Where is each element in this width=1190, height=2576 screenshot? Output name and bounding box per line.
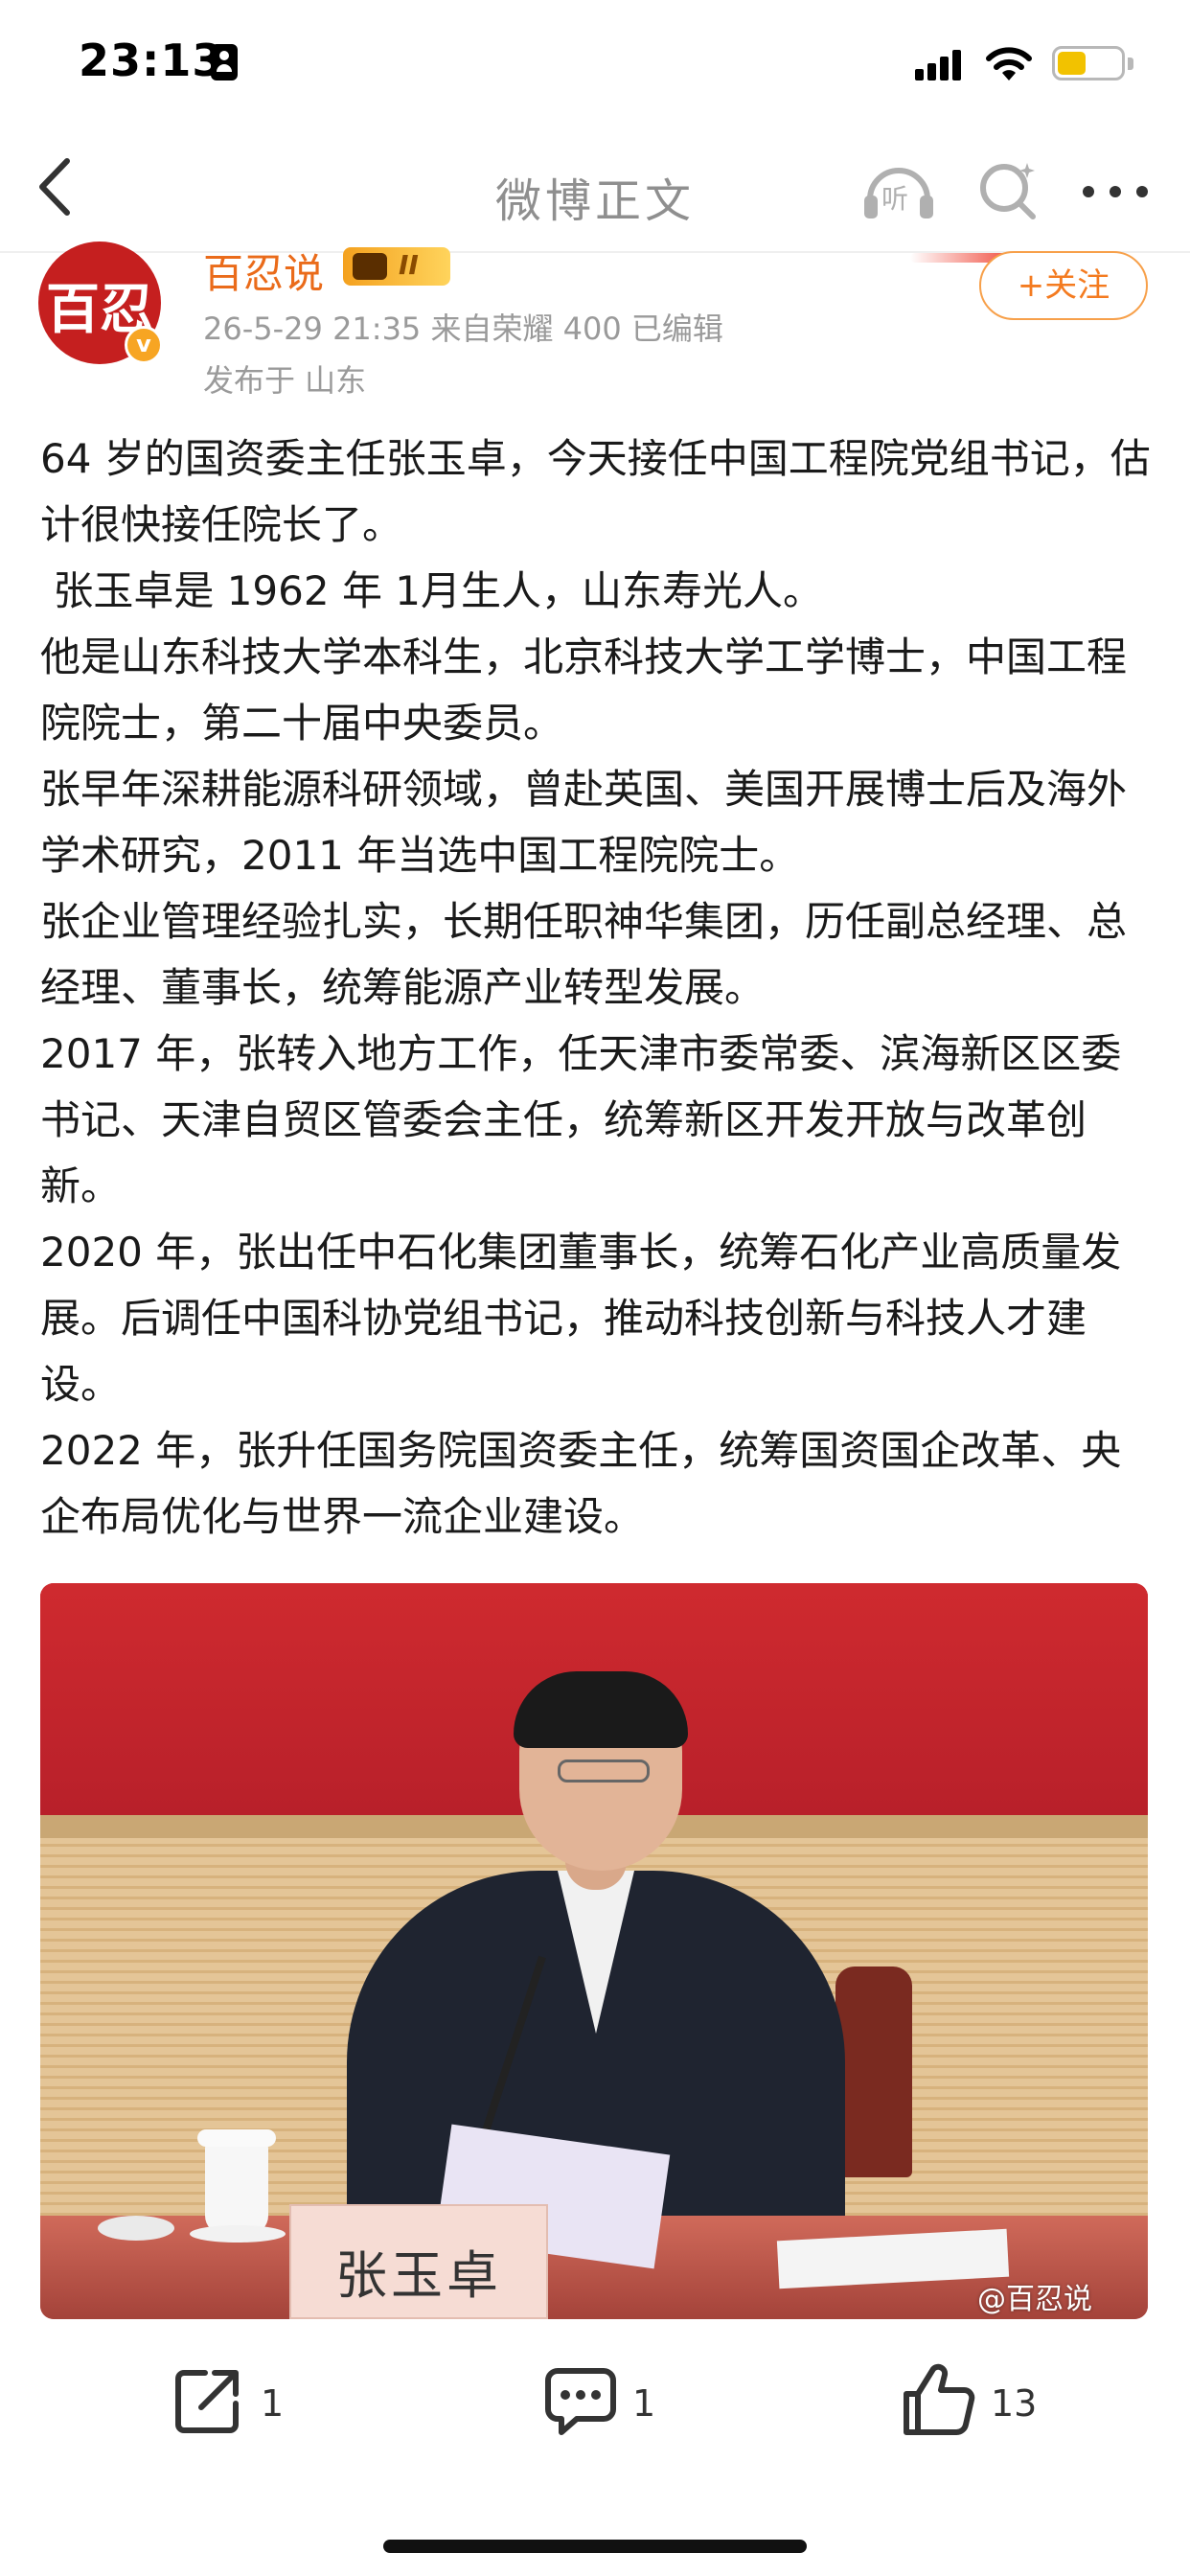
post-body: 64 岁的国资委主任张玉卓，今天接任中国工程院党组书记，估计很快接任院长了。 张…: [40, 426, 1154, 1550]
like-count: 13: [991, 2382, 1038, 2425]
action-bar: 1 1 13: [0, 2319, 1190, 2576]
photo-saucer: [98, 2216, 174, 2241]
photo-chair: [835, 1966, 912, 2177]
thumbs-up-icon: [904, 2363, 975, 2435]
author-name[interactable]: 百忍说: [203, 242, 324, 300]
name-plate-text: 张玉卓: [335, 2245, 502, 2306]
comment-count: 1: [632, 2382, 656, 2425]
post-paragraph: 他是山东科技大学本科生，北京科技大学工学博士，中国工程院院士，第二十届中央委员。: [40, 633, 1128, 747]
wifi-icon: [986, 47, 1032, 80]
listen-icon[interactable]: 听: [860, 157, 937, 224]
comment-icon: [545, 2368, 616, 2435]
verified-icon: v: [125, 326, 163, 364]
verified-mark: v: [136, 331, 151, 357]
cellular-signal-icon: [915, 50, 965, 80]
listen-label: 听: [881, 183, 909, 215]
post-paragraph: 2020 年，张出任中石化集团董事长，统筹石化产业高质量发展。后调任中国科协党组…: [40, 1229, 1122, 1408]
photo-tea-cup: [197, 2129, 276, 2235]
post-paragraph: 张早年深耕能源科研领域，曾赴英国、美国开展博士后及海外学术研究，2011 年当选…: [40, 766, 1128, 879]
battery-cap: [1128, 58, 1133, 70]
home-indicator: [383, 2540, 807, 2553]
contact-card-icon: [211, 44, 238, 80]
more-icon[interactable]: [1083, 182, 1150, 201]
share-icon: [175, 2370, 239, 2433]
post-meta: 26-5-29 21:35 来自荣耀 400 已编辑: [203, 310, 723, 347]
photo-hair: [514, 1671, 688, 1748]
photo-watermark: @百忍说: [977, 2283, 1092, 2316]
battery-level: [1058, 52, 1086, 75]
level-badge[interactable]: II: [343, 247, 450, 286]
post-paragraph: 2017 年，张转入地方工作，任天津市委常委、滨海新区区委书记、天津自贸区管委会…: [40, 1030, 1122, 1209]
battery-icon: [1052, 46, 1125, 80]
photo-glasses: [558, 1760, 650, 1782]
post-location: 发布于 山东: [203, 362, 367, 399]
post-photo[interactable]: 张玉卓 @百忍说: [40, 1583, 1148, 2319]
level-label: II: [399, 249, 419, 281]
status-time: 23:13: [79, 34, 224, 86]
post-paragraph: 64 岁的国资委主任张玉卓，今天接任中国工程院党组书记，估计很快接任院长了。: [40, 435, 1151, 548]
crown-icon: [353, 253, 387, 280]
post-paragraph: 2022 年，张升任国务院国资委主任，统筹国资国企改革、央企布局优化与世界一流企…: [40, 1427, 1122, 1540]
photo-name-plate: 张玉卓: [289, 2204, 548, 2319]
status-bar: 23:13: [0, 0, 1190, 125]
post-paragraph: 张企业管理经验扎实，长期任职神华集团，历任副总经理、总经理、董事长，统筹能源产业…: [40, 898, 1128, 1011]
photo-saucer: [190, 2225, 286, 2242]
nav-bar: 微博正文 听: [0, 125, 1190, 253]
search-icon[interactable]: [975, 157, 1042, 224]
post-paragraph: 张玉卓是 1962 年 1月生人，山东寿光人。: [40, 567, 824, 614]
avatar[interactable]: 百忍 v: [38, 242, 163, 364]
share-count: 1: [261, 2382, 285, 2425]
follow-button[interactable]: +关注: [979, 251, 1148, 320]
